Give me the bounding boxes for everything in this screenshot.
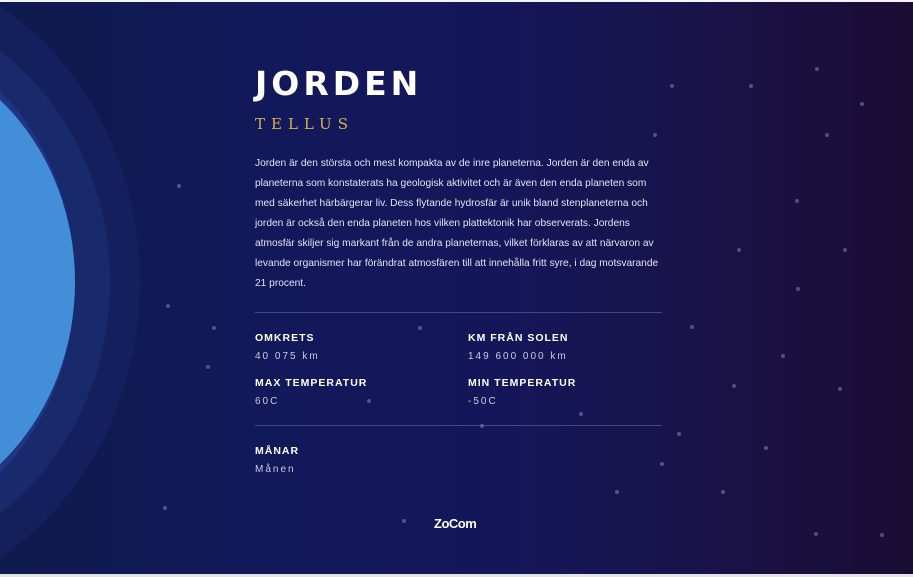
planet-description: Jorden är den största och mest kompakta … — [255, 158, 659, 289]
stat-label: MAX TEMPERATUR — [255, 377, 368, 389]
planet-name: JORDEN — [255, 64, 423, 103]
planet-stats: OMKRETS 40 075 km KM FRÅN SOLEN 149 600 … — [255, 331, 662, 409]
stat-value: 149 600 000 km — [468, 351, 568, 362]
planet-detail-page: JORDEN TELLUS Jorden är den största och … — [0, 0, 913, 577]
star — [670, 84, 674, 88]
star — [206, 365, 210, 369]
stat-moons: MÅNAR Månen — [255, 444, 662, 477]
planet-info-panel: JORDEN TELLUS Jorden är den största och … — [255, 64, 662, 477]
star — [825, 133, 829, 137]
star — [737, 248, 741, 252]
star — [212, 326, 216, 330]
star — [838, 387, 842, 391]
stat-circumference: OMKRETS 40 075 km — [255, 331, 468, 364]
star — [796, 287, 800, 291]
planet-latin-name: TELLUS — [255, 115, 354, 133]
star — [163, 506, 167, 510]
zocom-logo: ZoCom — [434, 516, 477, 531]
star — [615, 490, 619, 494]
star — [166, 304, 170, 308]
star — [721, 490, 725, 494]
star — [880, 533, 884, 537]
stat-min-temperature: MIN TEMPERATUR -50C — [468, 376, 662, 409]
star — [814, 532, 818, 536]
stat-value: -50C — [468, 396, 498, 407]
stat-label: MÅNAR — [255, 445, 300, 457]
star — [860, 102, 864, 106]
star — [732, 384, 736, 388]
star — [843, 248, 847, 252]
star — [177, 184, 181, 188]
stat-distance: KM FRÅN SOLEN 149 600 000 km — [468, 331, 662, 364]
star — [402, 519, 406, 523]
stat-max-temperature: MAX TEMPERATUR 60C — [255, 376, 468, 409]
star — [795, 199, 799, 203]
stat-label: KM FRÅN SOLEN — [468, 332, 569, 344]
stat-label: MIN TEMPERATUR — [468, 377, 577, 389]
star — [764, 446, 768, 450]
divider — [255, 425, 662, 426]
star — [677, 432, 681, 436]
star — [690, 325, 694, 329]
star — [781, 354, 785, 358]
divider — [255, 312, 662, 313]
stat-value: 40 075 km — [255, 351, 320, 362]
star — [815, 67, 819, 71]
stat-value: 60C — [255, 396, 280, 407]
stat-label: OMKRETS — [255, 332, 315, 344]
stat-value: Månen — [255, 464, 296, 475]
star — [749, 84, 753, 88]
